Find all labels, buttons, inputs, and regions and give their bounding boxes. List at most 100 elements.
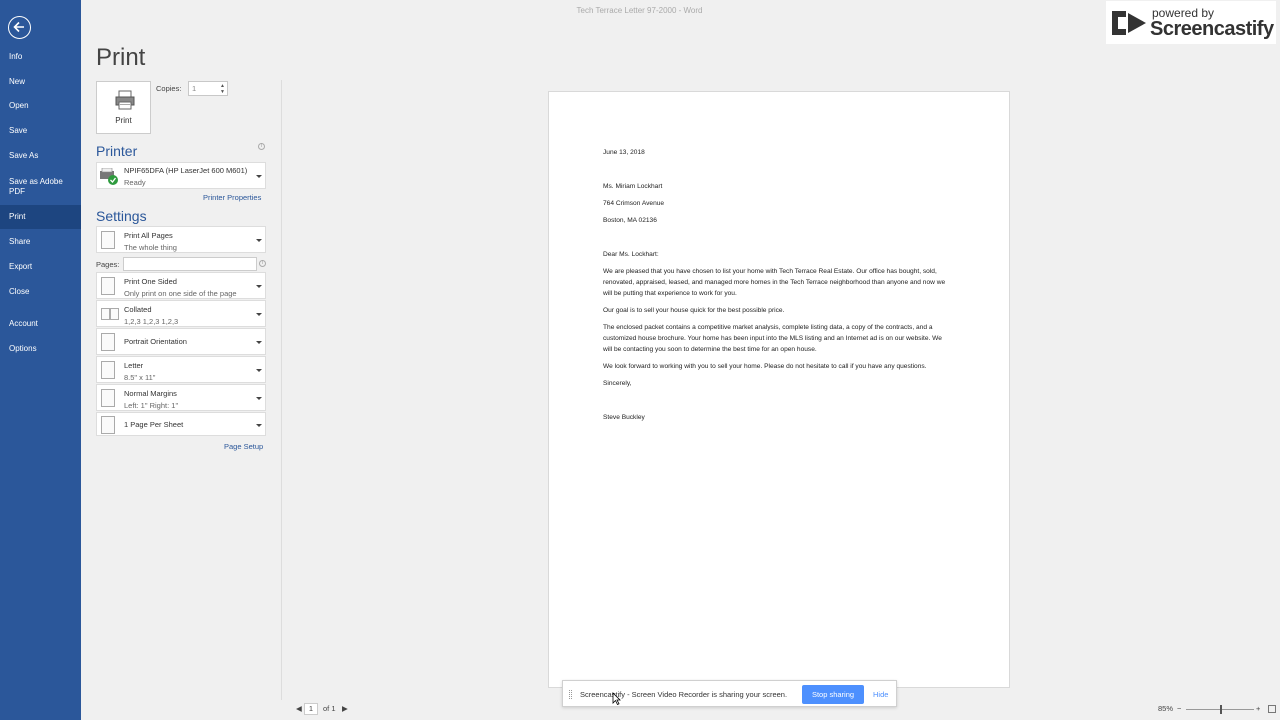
pages-input[interactable] <box>123 257 257 271</box>
setting-line1: Collated <box>124 305 152 314</box>
fit-page-icon[interactable] <box>1268 705 1276 713</box>
chevron-down-icon <box>256 341 262 344</box>
setting-line1: Print One Sided <box>124 277 177 286</box>
recipient-city: Boston, MA 02136 <box>603 217 657 224</box>
printer-status: Ready <box>124 178 146 187</box>
recipient-name: Ms. Miriam Lockhart <box>603 183 663 190</box>
pages-per-sheet-icon <box>101 416 115 434</box>
panel-divider <box>281 80 282 700</box>
setting-line1: Letter <box>124 361 144 370</box>
nav-new[interactable]: New <box>0 77 81 87</box>
back-button[interactable] <box>8 16 31 39</box>
setting-line2: The whole thing <box>124 243 177 252</box>
window-title: Tech Terrace Letter 97-2000 - Word <box>576 6 703 15</box>
letter-paragraph: We look forward to working with you to s… <box>603 363 927 370</box>
chevron-down-icon <box>256 313 262 316</box>
collation-select[interactable]: Collated 1,2,3 1,2,3 1,2,3 <box>96 300 266 327</box>
signature: Steve Buckley <box>603 414 645 421</box>
letter-date: June 13, 2018 <box>603 149 645 156</box>
chevron-down-icon <box>256 369 262 372</box>
printer-heading: Printer <box>96 143 138 159</box>
printer-ready-icon <box>100 168 118 185</box>
portrait-icon <box>101 333 115 351</box>
nav-export[interactable]: Export <box>0 262 81 272</box>
page-total: of 1 <box>323 704 336 713</box>
zoom-slider-thumb[interactable] <box>1220 705 1222 714</box>
nav-account[interactable]: Account <box>0 319 81 329</box>
print-preview-page: June 13, 2018 Ms. Miriam Lockhart 764 Cr… <box>548 91 1010 688</box>
hide-button[interactable]: Hide <box>873 690 888 699</box>
backstage-sidebar: Info New Open Save Save As Save as Adobe… <box>0 0 81 720</box>
paper-size-select[interactable]: Letter 8.5" x 11" <box>96 356 266 383</box>
drag-handle-icon[interactable] <box>569 690 572 699</box>
setting-line1: Print All Pages <box>124 231 173 240</box>
copies-value: 1 <box>192 84 197 93</box>
printer-select[interactable]: NPIF65DFA (HP LaserJet 600 M601) Ready <box>96 162 266 189</box>
info-icon[interactable]: i <box>259 260 266 267</box>
stop-sharing-button[interactable]: Stop sharing <box>802 685 864 704</box>
printer-icon <box>115 90 135 110</box>
settings-heading: Settings <box>96 208 147 224</box>
chevron-down-icon <box>256 285 262 288</box>
printer-name: NPIF65DFA (HP LaserJet 600 M601) <box>124 166 248 175</box>
letter-paragraph: Our goal is to sell your house quick for… <box>603 307 785 314</box>
setting-line2: Only print on one side of the page <box>124 289 237 298</box>
print-button[interactable]: Print <box>96 81 151 134</box>
pages-icon <box>101 231 115 249</box>
copies-label: Copies: <box>156 84 182 93</box>
print-button-label: Print <box>115 116 132 125</box>
setting-line2: 8.5" x 11" <box>124 373 156 382</box>
nav-save-as-pdf[interactable]: Save as Adobe PDF <box>0 177 70 197</box>
collated-icon <box>101 308 110 320</box>
print-range-select[interactable]: Print All Pages The whole thing <box>96 226 266 253</box>
next-page-button[interactable]: ▶ <box>342 704 348 713</box>
nav-save-as[interactable]: Save As <box>0 151 81 161</box>
margins-select[interactable]: Normal Margins Left: 1" Right: 1" <box>96 384 266 411</box>
copies-input[interactable]: 1 ▲ ▼ <box>188 81 228 96</box>
setting-line2: Left: 1" Right: 1" <box>124 401 179 410</box>
pages-label: Pages: <box>96 260 120 269</box>
sides-select[interactable]: Print One Sided Only print on one side o… <box>96 272 266 299</box>
zoom-in-button[interactable]: + <box>1256 704 1260 713</box>
printer-properties-link[interactable]: Printer Properties <box>203 193 261 202</box>
info-icon[interactable]: i <box>258 143 265 150</box>
nav-close[interactable]: Close <box>0 287 81 297</box>
chevron-down-icon <box>256 239 262 242</box>
closing: Sincerely, <box>603 380 632 387</box>
nav-share[interactable]: Share <box>0 237 81 247</box>
collated-icon <box>110 308 119 320</box>
margins-icon <box>101 389 115 407</box>
nav-options[interactable]: Options <box>0 344 81 354</box>
zoom-out-button[interactable]: − <box>1177 704 1181 713</box>
prev-page-button[interactable]: ◀ <box>296 704 302 713</box>
letter-paragraph: The enclosed packet contains a competiti… <box>603 324 942 353</box>
screencastify-logo-icon <box>1112 11 1146 35</box>
brand-text: Screencastify <box>1150 18 1274 40</box>
copies-spinner[interactable]: ▲ ▼ <box>220 83 225 95</box>
salutation: Dear Ms. Lockhart: <box>603 251 659 258</box>
chevron-down-icon <box>256 397 262 400</box>
orientation-select[interactable]: Portrait Orientation <box>96 328 266 355</box>
one-sided-icon <box>101 277 115 295</box>
letter-paragraph: We are pleased that you have chosen to l… <box>603 268 946 297</box>
paper-size-icon <box>101 361 115 379</box>
chevron-down-icon <box>256 175 262 178</box>
letter-body: June 13, 2018 Ms. Miriam Lockhart 764 Cr… <box>603 147 949 429</box>
recipient-street: 764 Crimson Avenue <box>603 200 665 207</box>
setting-line1: 1 Page Per Sheet <box>124 420 184 429</box>
setting-line1: Portrait Orientation <box>124 337 187 346</box>
nav-save[interactable]: Save <box>0 126 81 136</box>
page-title: Print <box>96 44 146 71</box>
setting-line1: Normal Margins <box>124 389 177 398</box>
back-arrow-icon <box>13 21 24 33</box>
current-page-input[interactable]: 1 <box>304 703 318 715</box>
nav-print[interactable]: Print <box>0 205 81 229</box>
nav-info[interactable]: Info <box>0 52 81 62</box>
zoom-level[interactable]: 85% <box>1158 704 1173 713</box>
chevron-down-icon <box>256 424 262 427</box>
pages-per-sheet-select[interactable]: 1 Page Per Sheet <box>96 412 266 436</box>
screencastify-watermark: powered by Screencastify <box>1106 1 1276 44</box>
setting-line2: 1,2,3 1,2,3 1,2,3 <box>124 317 179 326</box>
page-setup-link[interactable]: Page Setup <box>224 442 263 451</box>
nav-open[interactable]: Open <box>0 101 81 111</box>
